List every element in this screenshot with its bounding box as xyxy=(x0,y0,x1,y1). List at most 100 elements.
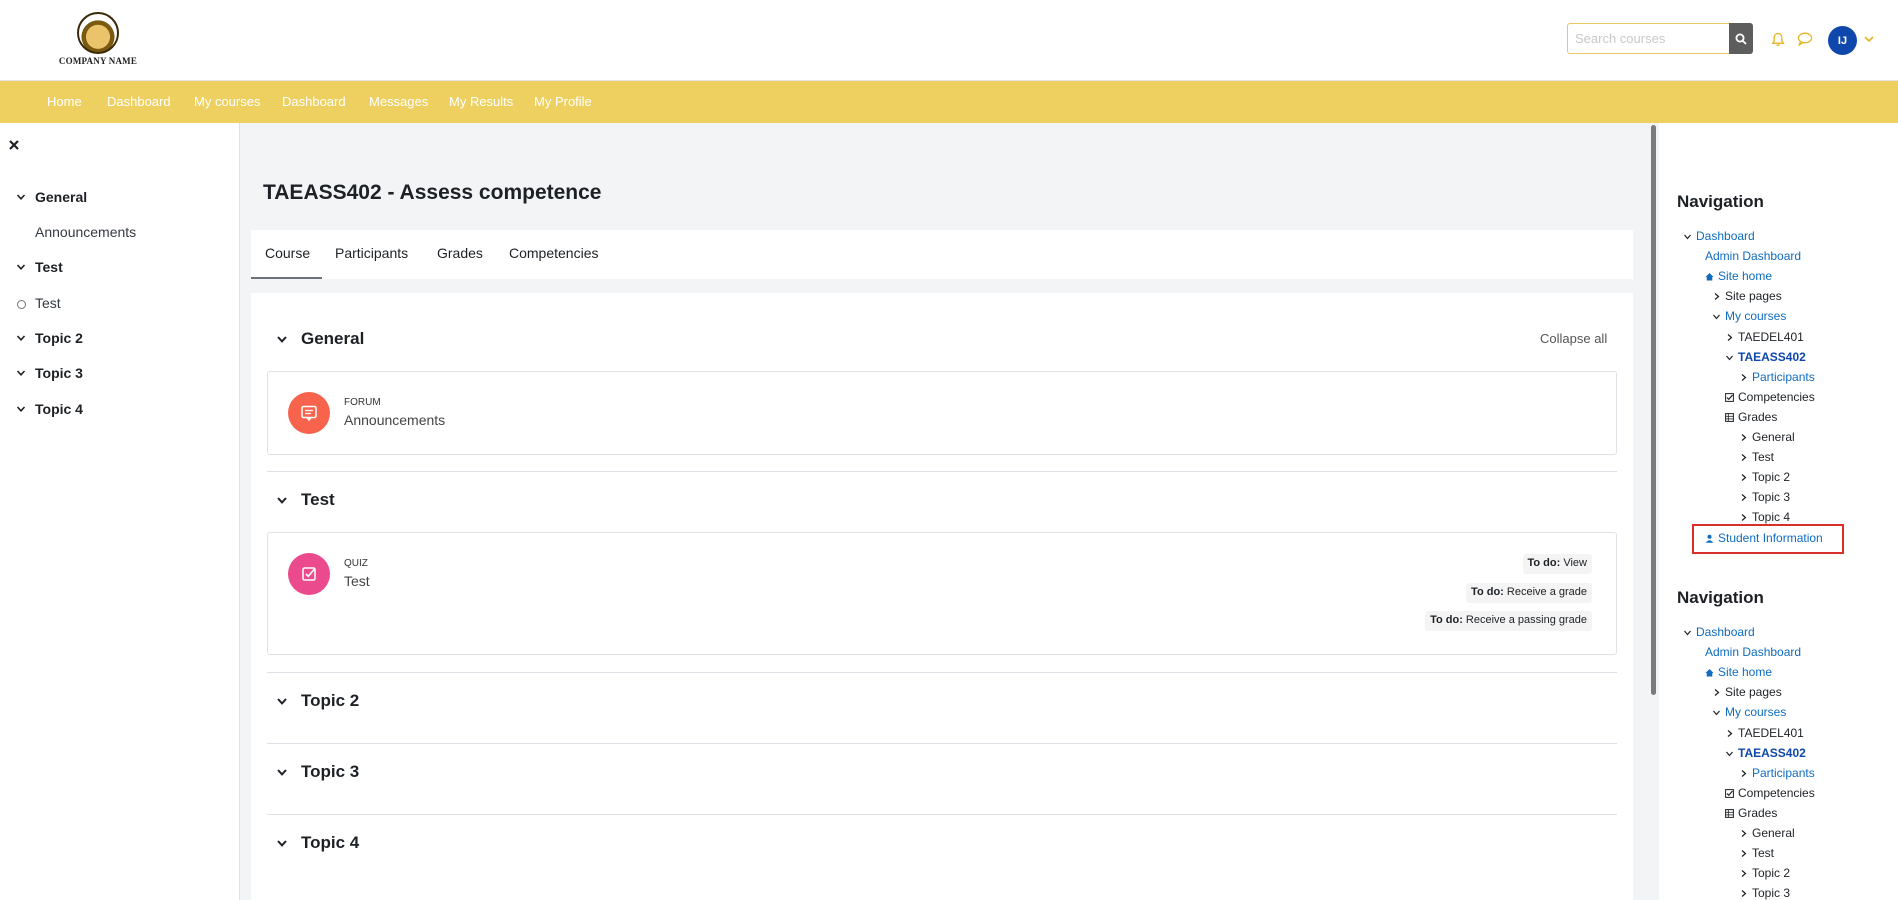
collapse-all-link[interactable]: Collapse all xyxy=(1540,331,1607,346)
activity-quiz-test[interactable]: QUIZ Test To do: View To do: Receive a g… xyxy=(267,532,1617,655)
nav-item-label: Dashboard xyxy=(1696,229,1755,243)
nav-item-label: Test xyxy=(1752,846,1775,860)
tab-grades[interactable]: Grades xyxy=(437,245,483,261)
section-divider xyxy=(267,672,1617,673)
nav-messages[interactable]: Messages xyxy=(369,94,428,109)
section-title: Topic 2 xyxy=(301,691,360,710)
todo-value: Receive a grade xyxy=(1506,586,1587,598)
chevron-down-icon xyxy=(277,497,287,504)
index-section-label: Test xyxy=(35,259,63,275)
chevron-down-icon xyxy=(16,406,26,412)
section-title: Topic 3 xyxy=(301,762,360,781)
chevron-right-icon xyxy=(1714,293,1720,300)
tab-participants[interactable]: Participants xyxy=(335,245,408,261)
nav-item-label: Test xyxy=(1752,450,1775,464)
index-activity-label: Announcements xyxy=(35,224,137,240)
logo-text: COMPANY NAME xyxy=(58,56,138,66)
search-button[interactable] xyxy=(1729,23,1753,54)
chevron-right-icon xyxy=(1741,890,1747,897)
activity-name[interactable]: Test xyxy=(344,573,370,589)
nav-item-label: TAEDEL401 xyxy=(1738,726,1804,740)
nav-item-label: General xyxy=(1752,430,1795,444)
completion-circle-icon xyxy=(17,300,26,309)
nav-item-label: Topic 4 xyxy=(1752,510,1791,524)
messages-button[interactable] xyxy=(1796,30,1814,48)
chevron-right-icon xyxy=(1741,770,1747,777)
nav-item-label: TAEASS402 xyxy=(1738,746,1806,760)
nav-item-label: My courses xyxy=(1725,705,1787,719)
chevron-down-icon xyxy=(16,370,26,376)
main-scrollbar[interactable] xyxy=(1651,125,1656,695)
chevron-right-icon xyxy=(1727,730,1733,737)
chevron-down-icon xyxy=(277,336,287,343)
chevron-right-icon xyxy=(1741,830,1747,837)
company-logo[interactable]: COMPANY NAME xyxy=(58,10,138,70)
todo-value: View xyxy=(1563,557,1587,569)
checkbox-icon xyxy=(1725,789,1734,798)
nav-home[interactable]: Home xyxy=(47,94,82,109)
chevron-right-icon xyxy=(1741,474,1747,481)
section-title: Topic 4 xyxy=(301,833,360,852)
notifications-button[interactable] xyxy=(1769,30,1787,48)
chevron-right-icon xyxy=(1741,514,1747,521)
nav-item-label: Admin Dashboard xyxy=(1705,249,1802,263)
chevron-right-icon xyxy=(1741,870,1747,877)
nav-item-label: TAEASS402 xyxy=(1738,350,1806,364)
activity-type: FORUM xyxy=(344,397,381,408)
chevron-down-icon xyxy=(1713,710,1720,716)
active-tab-indicator xyxy=(251,277,322,279)
completion-todo-grade: To do: Receive a grade xyxy=(1466,583,1592,603)
nav-dashboard[interactable]: Dashboard xyxy=(107,94,171,109)
block-title: Navigation xyxy=(1677,588,1764,607)
nav-item-label: TAEDEL401 xyxy=(1738,330,1804,344)
index-section-general[interactable]: General xyxy=(0,189,240,207)
checkbox-icon xyxy=(1725,393,1734,402)
chevron-right-icon xyxy=(1741,850,1747,857)
activity-forum-announcements[interactable]: FORUM Announcements xyxy=(267,371,1617,455)
user-avatar[interactable]: IJ xyxy=(1828,26,1857,55)
chevron-right-icon xyxy=(1727,334,1733,341)
chevron-down-icon xyxy=(16,335,26,341)
home-icon xyxy=(1705,273,1714,281)
nav-my-courses[interactable]: My courses xyxy=(194,94,260,109)
page-title: TAEASS402 - Assess competence xyxy=(263,181,602,204)
activity-name[interactable]: Announcements xyxy=(344,412,445,428)
section-divider xyxy=(267,471,1617,472)
index-section-topic-3[interactable]: Topic 3 xyxy=(0,365,240,383)
index-section-topic-4[interactable]: Topic 4 xyxy=(0,401,240,419)
chevron-down-icon xyxy=(1713,314,1720,320)
nav-dashboard-2[interactable]: Dashboard xyxy=(282,94,346,109)
index-section-test[interactable]: Test xyxy=(0,259,240,277)
chat-icon xyxy=(1797,32,1813,46)
table-icon xyxy=(1725,809,1734,818)
nav-item-label: Site pages xyxy=(1725,685,1782,699)
chevron-down-icon[interactable] xyxy=(1863,33,1875,45)
chevron-down-icon xyxy=(1684,630,1691,636)
section-title: Test xyxy=(301,490,335,509)
chevron-down-icon xyxy=(1684,234,1691,240)
nav-item-label: Topic 3 xyxy=(1752,490,1791,504)
nav-item-label: General xyxy=(1752,826,1795,840)
index-section-label: Topic 3 xyxy=(35,365,83,381)
index-activity-label: Test xyxy=(35,295,61,311)
index-activity-test[interactable]: Test xyxy=(0,295,240,313)
close-icon[interactable] xyxy=(7,138,21,152)
nav-my-results[interactable]: My Results xyxy=(449,94,513,109)
search-input[interactable] xyxy=(1567,23,1729,54)
nav-my-profile[interactable]: My Profile xyxy=(534,94,592,109)
tab-course[interactable]: Course xyxy=(265,245,310,261)
index-section-topic-2[interactable]: Topic 2 xyxy=(0,330,240,348)
logo-mark xyxy=(77,12,119,54)
chevron-down-icon xyxy=(16,194,26,200)
nav-item-label: Participants xyxy=(1752,370,1815,384)
nav-item-label: My courses xyxy=(1725,309,1787,323)
index-activity-announcements[interactable]: Announcements xyxy=(0,224,240,242)
todo-label: To do: xyxy=(1430,614,1463,626)
table-icon xyxy=(1725,413,1734,422)
tab-competencies[interactable]: Competencies xyxy=(509,245,599,261)
nav-item-label: Competencies xyxy=(1738,786,1815,800)
chevron-down-icon xyxy=(277,698,287,705)
chevron-right-icon xyxy=(1741,454,1747,461)
todo-label: To do: xyxy=(1471,586,1504,598)
block-title: Navigation xyxy=(1677,192,1764,211)
